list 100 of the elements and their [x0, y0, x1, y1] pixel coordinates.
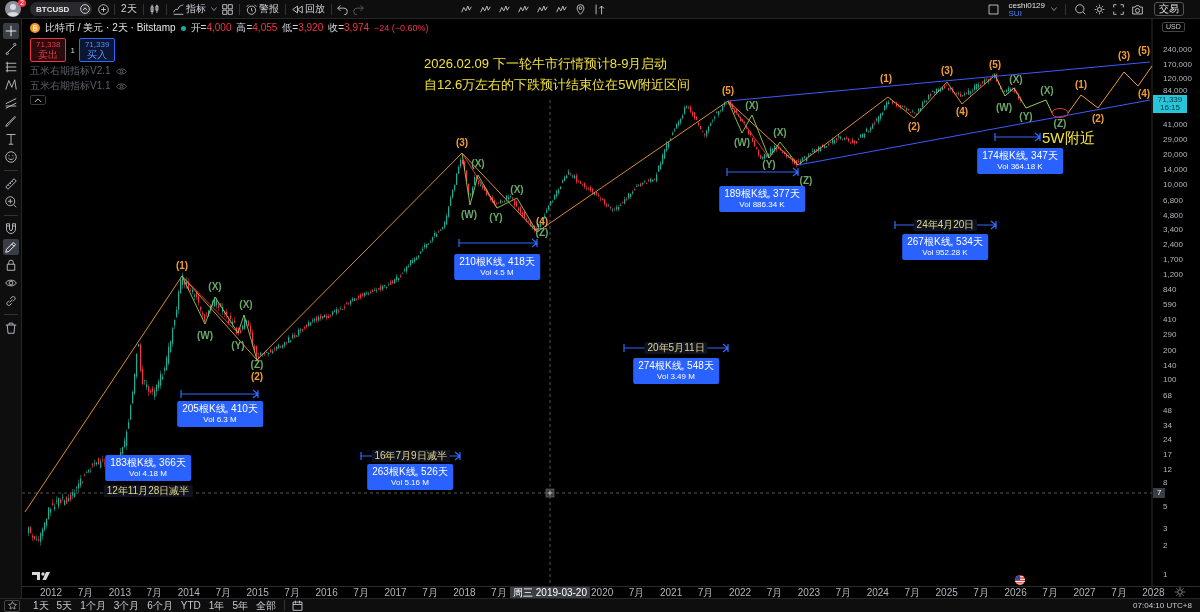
settings-icon: [1093, 3, 1105, 15]
ruler-icon: [4, 178, 17, 190]
annotation-text: 自12.6万左右的下跌预计结束位在5W附近区间: [424, 76, 690, 94]
caret-up-icon: [34, 97, 42, 103]
user-plan: SUI: [1008, 9, 1022, 18]
user-name[interactable]: ceshi0129: [1008, 0, 1045, 10]
wave-label: (2): [907, 122, 921, 132]
range-button[interactable]: 5天: [53, 599, 76, 612]
date-range-arrow: [994, 132, 1041, 142]
collapse-button[interactable]: [30, 95, 46, 105]
target-label: 5W附近: [1042, 129, 1095, 145]
brush-tool-button[interactable]: [2, 113, 19, 129]
time-label: 7月: [628, 586, 645, 598]
countdown-text: 16:15: [1160, 104, 1180, 112]
price-label: 170,000: [1163, 59, 1192, 69]
bar-count-text: 210根K线, 418天: [459, 256, 535, 268]
range-label: 12年11月28日减半: [103, 485, 193, 497]
wave-label: (W): [196, 331, 214, 341]
pencil-icon: [4, 241, 17, 253]
time-label: 2026: [1004, 586, 1027, 598]
lock-icon: [4, 259, 17, 271]
indicator-name[interactable]: 五米右期指标V1.1: [30, 80, 111, 92]
symbol-search-field[interactable]: BTCUSD: [30, 2, 92, 16]
flag-icon: [1015, 575, 1025, 585]
layout-button[interactable]: [219, 1, 236, 17]
add-symbol-button[interactable]: [95, 1, 111, 17]
price-label: 34: [1163, 420, 1172, 430]
wave-label: (Y): [762, 160, 776, 170]
price-label: 29,000: [1163, 134, 1188, 144]
volume-text: Vol 4.5 M: [480, 268, 514, 278]
avatar-icon[interactable]: [5, 1, 21, 17]
time-label: 7月: [973, 586, 989, 598]
zigzag-icon: [499, 3, 511, 15]
buy-button[interactable]: 71,339 买入: [78, 38, 116, 62]
projected-sub-wave-line: [994, 74, 1053, 114]
ruler-tool-button[interactable]: [2, 176, 19, 192]
wave-label: (5): [1137, 46, 1151, 56]
wave-label: (4): [1137, 89, 1151, 99]
coin-icon: [30, 23, 40, 33]
indicators-button[interactable]: 指标: [169, 1, 209, 17]
favorites-button[interactable]: [4, 599, 20, 612]
price-label: 1,700: [1163, 254, 1184, 264]
trash-icon: [4, 322, 17, 334]
interval-button[interactable]: 2天: [118, 1, 140, 17]
ohlc-value: 收=3,974: [328, 21, 370, 35]
time-label: 2014: [177, 586, 200, 598]
map-pin-icon: [575, 3, 587, 15]
range-label: 24年4月20日: [913, 219, 978, 231]
wave-label: (3): [940, 66, 954, 76]
text-cursor-icon: [4, 133, 17, 145]
emoji-tool-button[interactable]: [2, 149, 19, 165]
symbol-title[interactable]: 比特币 / 美元 · 2天 · Bitstamp: [45, 21, 176, 35]
fullscreen-button[interactable]: [1110, 1, 1126, 17]
zoom-in-tool-button[interactable]: [2, 194, 19, 210]
clock-button[interactable]: 07:04:10 UTC+8: [1133, 601, 1196, 610]
time-label: 2022: [728, 586, 752, 598]
square-icon: [988, 3, 999, 15]
date-range-button[interactable]: [289, 599, 306, 612]
wave-label: (Y): [489, 213, 503, 223]
price-label: 590: [1163, 299, 1177, 309]
indicators-icon: [172, 3, 184, 15]
price-label: 84,000: [1163, 85, 1188, 95]
indicator-name[interactable]: 五米右期指标V2.1: [30, 65, 111, 77]
time-label: 7月: [766, 586, 783, 598]
range-button[interactable]: 全部: [252, 599, 279, 612]
rewind-icon: [291, 3, 303, 15]
sell-button[interactable]: 71,338 卖出: [30, 38, 67, 62]
wave-label: (4): [535, 217, 549, 227]
ohlc-value: 低=3,920: [282, 21, 324, 35]
bar-count-text: 174根K线, 347天: [982, 150, 1058, 162]
zoom-in-icon: [4, 196, 17, 208]
bar-count-text: 205根K线, 410天: [182, 403, 258, 415]
crosshair-tool-button[interactable]: [2, 23, 19, 39]
range-button[interactable]: YTD: [177, 599, 204, 612]
range-button[interactable]: 5年: [229, 599, 251, 612]
star-icon: [7, 601, 17, 610]
replay-button[interactable]: 回放: [288, 1, 328, 17]
search-button[interactable]: [1072, 1, 1088, 17]
wave-label: (2): [1091, 114, 1105, 124]
watchlist-button[interactable]: [985, 1, 1002, 17]
time-label: 2016: [315, 586, 338, 598]
drawing-mode-button[interactable]: [2, 239, 19, 255]
range-button[interactable]: 1个月: [77, 599, 109, 612]
range-button[interactable]: 3个月: [110, 599, 143, 612]
range-button[interactable]: 1年: [205, 599, 228, 612]
volume-text: Vol 364.18 K: [997, 162, 1043, 172]
range-button[interactable]: 1天: [30, 599, 52, 612]
range-button[interactable]: 6个月: [144, 599, 176, 612]
time-label: 7月: [491, 586, 507, 598]
time-label: 2017: [384, 586, 407, 598]
trade-button[interactable]: 交易: [1154, 2, 1184, 16]
price-label: 41,000: [1163, 119, 1188, 129]
wave-label: (W): [995, 103, 1013, 113]
time-label: 7月: [77, 586, 94, 598]
price-label: 840: [1163, 284, 1177, 294]
trend-line-tool-button[interactable]: [2, 41, 19, 57]
crosshair-marker-icon: [545, 488, 555, 498]
settings-icon[interactable]: [1174, 586, 1186, 598]
caret-icon: [1049, 5, 1058, 13]
alerts-button[interactable]: 警报: [242, 1, 282, 17]
